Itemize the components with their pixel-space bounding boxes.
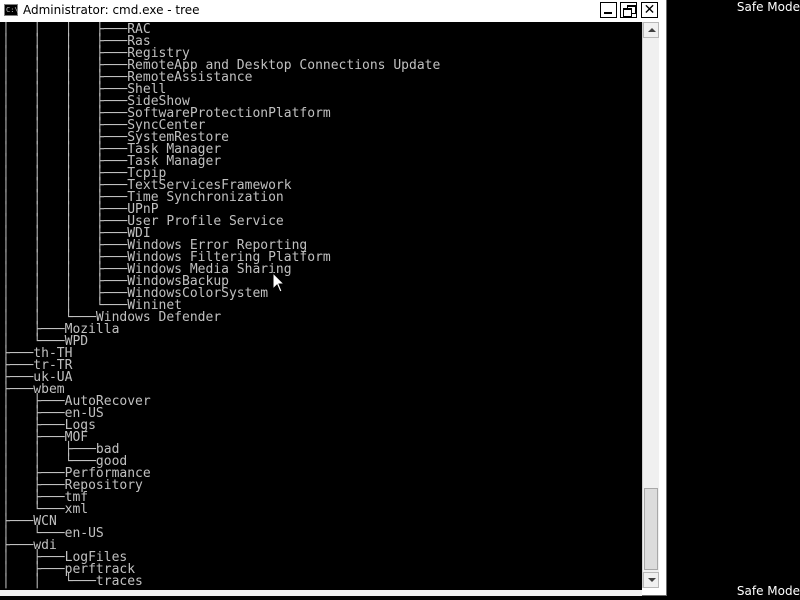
restore-icon-front: [623, 8, 632, 17]
desktop: Safe Mode Safe Mode C:\ Administrator: c…: [0, 0, 800, 600]
scroll-up-button[interactable]: [643, 22, 659, 38]
console-output[interactable]: │ │ │ ├───RAC │ │ │ ├───Ras │ │ │ ├───Regi…: [0, 22, 642, 590]
mouse-pointer-icon: [272, 272, 286, 293]
chevron-down-icon: [648, 578, 656, 582]
chevron-up-icon: [648, 28, 656, 32]
console-line: │ │ └───traces: [2, 574, 143, 589]
maximize-button[interactable]: [620, 2, 637, 18]
minimize-button[interactable]: [600, 2, 617, 18]
close-icon: ✕: [643, 2, 656, 18]
window-title: Administrator: cmd.exe - tree: [23, 3, 200, 17]
cmd-window: C:\ Administrator: cmd.exe - tree ✕ │ │ …: [0, 0, 667, 596]
title-bar[interactable]: C:\ Administrator: cmd.exe - tree ✕: [0, 0, 666, 22]
vertical-scrollbar[interactable]: [642, 22, 659, 588]
window-bottom-border: [0, 590, 642, 596]
safe-mode-label-top: Safe Mode: [736, 0, 800, 14]
close-button[interactable]: ✕: [641, 2, 658, 18]
console-app-icon[interactable]: C:\: [4, 4, 19, 16]
safe-mode-label-bottom: Safe Mode: [736, 584, 800, 598]
minimize-icon: [604, 12, 612, 14]
scroll-down-button[interactable]: [643, 572, 659, 588]
scrollbar-thumb[interactable]: [644, 488, 658, 570]
